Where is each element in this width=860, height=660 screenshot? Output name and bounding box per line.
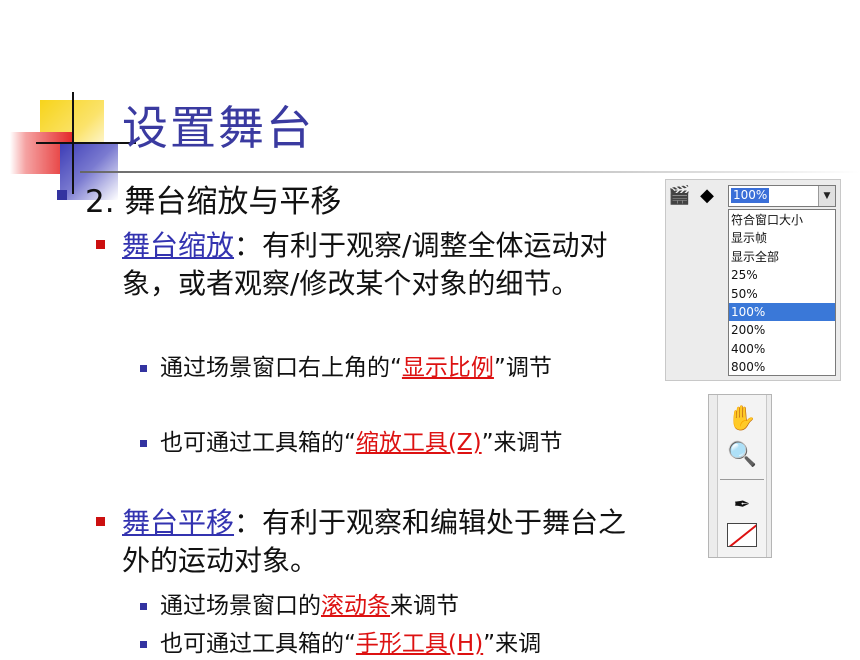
bullet-square-icon: [96, 240, 105, 249]
bullet-square-icon: [140, 603, 147, 610]
zoom-option[interactable]: 符合窗口大小: [729, 211, 835, 229]
title-underline-rule: [80, 171, 860, 173]
bullet-square-icon: [140, 365, 147, 372]
zoom-option[interactable]: 400%: [729, 340, 835, 358]
sub-point-text: ”来调节: [481, 430, 563, 456]
chevron-down-icon[interactable]: ▼: [818, 186, 835, 206]
toolbox-screenshot: ✋ 🔍 ✒: [708, 394, 772, 558]
zoom-panel-screenshot: 🎬 ◆ 100% ▼ 符合窗口大小 显示帧 显示全部 25% 50% 100% 200% 40…: [665, 179, 841, 381]
bullet-square-icon: [140, 440, 147, 447]
section-heading-text: 2. 舞台缩放与平移: [85, 184, 342, 220]
sub-point: 通过场景窗口的滚动条来调节: [140, 590, 650, 622]
bullet-square-icon: [57, 190, 67, 200]
section-heading: 2. 舞台缩放与平移: [57, 176, 342, 221]
sub-point-text: 也可通过工具箱的“: [160, 430, 356, 456]
sub-point-text: 通过场景窗口的: [160, 593, 321, 619]
term-link-zoom[interactable]: 舞台缩放: [122, 229, 234, 262]
zoom-option[interactable]: 100%: [729, 303, 835, 322]
link-hand-tool[interactable]: 手形工具(H): [356, 631, 483, 657]
point-pan: 舞台平移：有利于观察和编辑处于舞台之外的运动对象。: [96, 504, 652, 580]
toolbox-column: ✋ 🔍 ✒: [717, 395, 767, 557]
no-color-swatch-icon[interactable]: [727, 523, 757, 547]
link-zoom-ratio[interactable]: 显示比例: [402, 355, 494, 381]
slide-title: 设置舞台: [122, 101, 314, 155]
zoom-tool-icon[interactable]: 🔍: [718, 437, 766, 471]
sub-point-text: ”来调: [483, 631, 542, 657]
term-separator: ：: [234, 229, 263, 262]
zoom-option[interactable]: 显示帧: [729, 229, 835, 247]
sub-point: 也可通过工具箱的“缩放工具(Z)”来调节: [140, 427, 650, 459]
zoom-option[interactable]: 50%: [729, 285, 835, 303]
link-scrollbar[interactable]: 滚动条: [321, 593, 390, 619]
edit-symbol-icon[interactable]: ◆: [696, 185, 718, 207]
zoom-option[interactable]: 800%: [729, 358, 835, 376]
sub-point: 通过场景窗口右上角的“显示比例”调节: [140, 352, 650, 384]
link-zoom-tool[interactable]: 缩放工具(Z): [356, 430, 482, 456]
edit-scene-icon[interactable]: 🎬: [668, 185, 690, 207]
toolbox-divider: [720, 479, 764, 480]
zoom-current-value: 100%: [731, 188, 770, 203]
sub-point-text: ”调节: [493, 355, 552, 381]
zoom-option[interactable]: 200%: [729, 321, 835, 339]
sub-point-text: 通过场景窗口右上角的“: [160, 355, 402, 381]
no-color-swatch-icon: [728, 524, 756, 546]
zoom-option[interactable]: 显示全部: [729, 248, 835, 266]
pen-tool-icon[interactable]: ✒: [718, 487, 766, 521]
sub-point-text: 来调节: [390, 593, 459, 619]
decor-horizontal-line: [36, 142, 136, 144]
sub-point-text: 也可通过工具箱的“: [160, 631, 356, 657]
term-link-pan[interactable]: 舞台平移: [122, 506, 234, 539]
point-zoom: 舞台缩放：有利于观察/调整全体运动对象，或者观察/修改某个对象的细节。: [96, 227, 652, 303]
hand-tool-icon[interactable]: ✋: [718, 401, 766, 435]
term-separator: ：: [234, 506, 263, 539]
bullet-square-icon: [96, 517, 105, 526]
zoom-select[interactable]: 100% ▼: [728, 185, 836, 207]
zoom-options-list: 符合窗口大小 显示帧 显示全部 25% 50% 100% 200% 400% 800%: [728, 209, 836, 376]
sub-point: 也可通过工具箱的“手形工具(H)”来调: [140, 628, 680, 660]
zoom-option[interactable]: 25%: [729, 266, 835, 284]
